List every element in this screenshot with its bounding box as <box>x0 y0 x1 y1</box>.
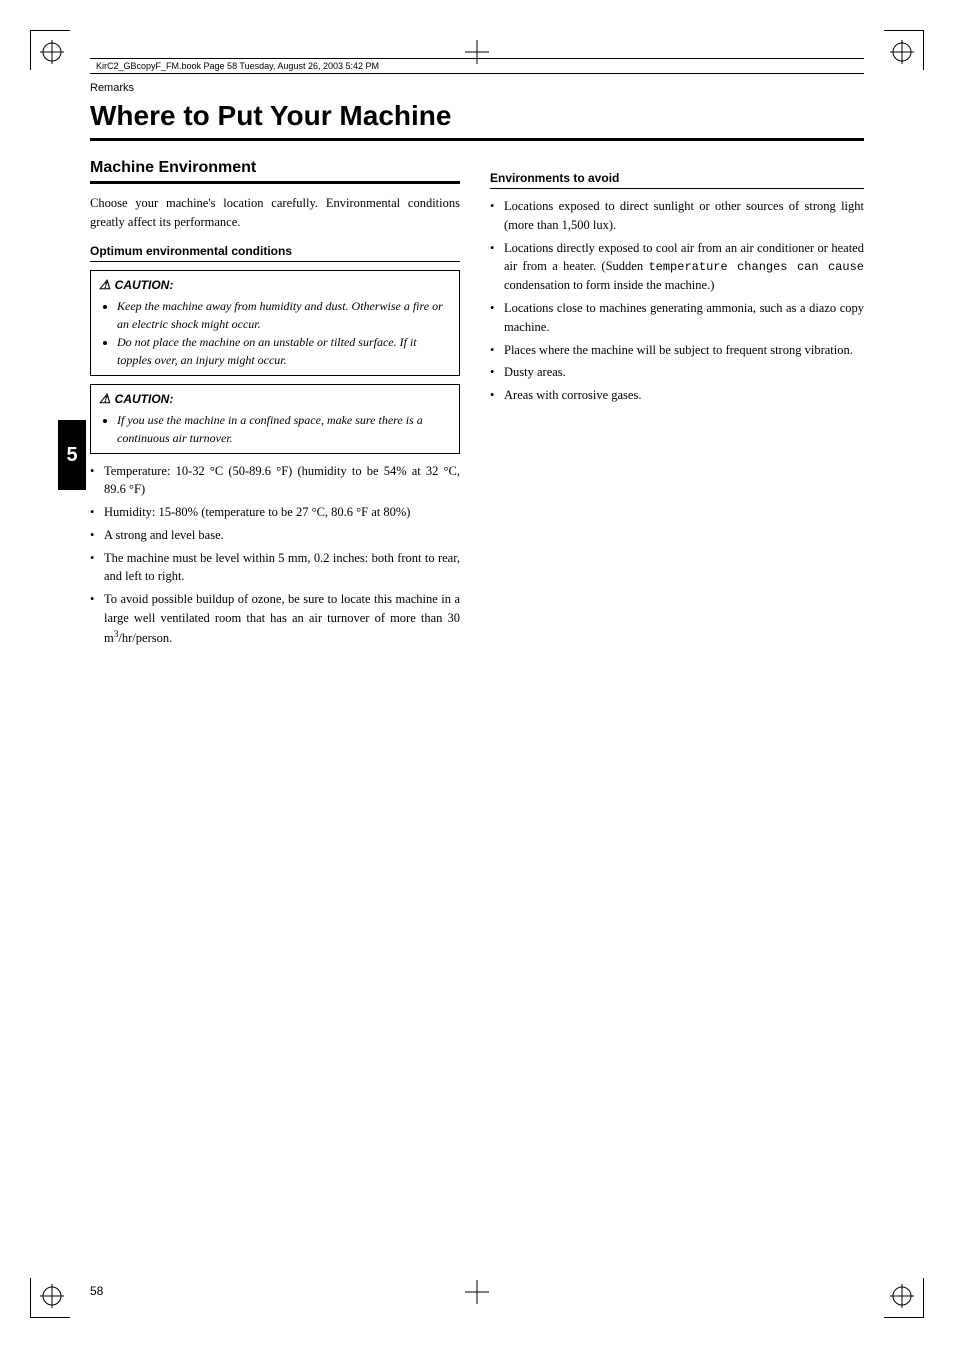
left-bullet-list: Temperature: 10-32 °C (50-89.6 °F) (humi… <box>90 462 460 648</box>
left-intro-text: Choose your machine's location carefully… <box>90 194 460 232</box>
left-bullet-item-4: The machine must be level within 5 mm, 0… <box>90 549 460 587</box>
left-bullet-item-2: Humidity: 15-80% (temperature to be 27 °… <box>90 503 460 522</box>
caution-label-1: ⚠ CAUTION: <box>99 277 451 293</box>
caution-list-2: If you use the machine in a confined spa… <box>99 411 451 447</box>
caution-item-1-1: Keep the machine away from humidity and … <box>117 297 451 333</box>
reg-mark-tr <box>890 40 914 64</box>
left-column: Machine Environment Choose your machine'… <box>90 159 460 651</box>
page-title: Where to Put Your Machine <box>90 100 864 141</box>
left-section-heading: Machine Environment <box>90 159 460 184</box>
caution-list-1: Keep the machine away from humidity and … <box>99 297 451 369</box>
right-bullet-item-5: Dusty areas. <box>490 363 864 382</box>
left-bullet-item-5: To avoid possible buildup of ozone, be s… <box>90 590 460 647</box>
page-number: 58 <box>90 1284 103 1298</box>
two-column-layout: Machine Environment Choose your machine'… <box>90 159 864 651</box>
right-bullet-item-6: Areas with corrosive gases. <box>490 386 864 405</box>
caution-item-2-1: If you use the machine in a confined spa… <box>117 411 451 447</box>
right-section-heading: Environments to avoid <box>490 171 864 189</box>
right-bullet-list: Locations exposed to direct sunlight or … <box>490 197 864 405</box>
section-label: Remarks <box>90 82 134 94</box>
left-bullet-item-1: Temperature: 10-32 °C (50-89.6 °F) (humi… <box>90 462 460 500</box>
caution-box-1: ⚠ CAUTION: Keep the machine away from hu… <box>90 270 460 376</box>
chapter-number: 5 <box>66 444 77 467</box>
warning-icon-1: ⚠ <box>99 277 111 293</box>
page: KirC2_GBcopyF_FM.book Page 58 Tuesday, A… <box>0 0 954 1348</box>
right-bullet-item-1: Locations exposed to direct sunlight or … <box>490 197 864 235</box>
reg-mark-tl <box>40 40 64 64</box>
reg-mark-br <box>890 1284 914 1308</box>
warning-icon-2: ⚠ <box>99 391 111 407</box>
caution-label-2: ⚠ CAUTION: <box>99 391 451 407</box>
caution-item-1-2: Do not place the machine on an unstable … <box>117 333 451 369</box>
center-mark-bottom <box>465 1280 489 1308</box>
reg-mark-bl <box>40 1284 64 1308</box>
optimum-conditions-heading: Optimum environmental conditions <box>90 244 460 262</box>
chapter-tab: 5 <box>58 420 86 490</box>
caution-box-2: ⚠ CAUTION: If you use the machine in a c… <box>90 384 460 454</box>
right-bullet-item-4: Places where the machine will be subject… <box>490 341 864 360</box>
file-info-bar: KirC2_GBcopyF_FM.book Page 58 Tuesday, A… <box>90 58 864 74</box>
right-bullet-item-3: Locations close to machines generating a… <box>490 299 864 337</box>
file-info-text: KirC2_GBcopyF_FM.book Page 58 Tuesday, A… <box>96 61 379 71</box>
left-bullet-item-3: A strong and level base. <box>90 526 460 545</box>
right-column: Environments to avoid Locations exposed … <box>490 159 864 651</box>
right-bullet-item-2: Locations directly exposed to cool air f… <box>490 239 864 296</box>
main-content: Where to Put Your Machine Machine Enviro… <box>90 100 864 1268</box>
